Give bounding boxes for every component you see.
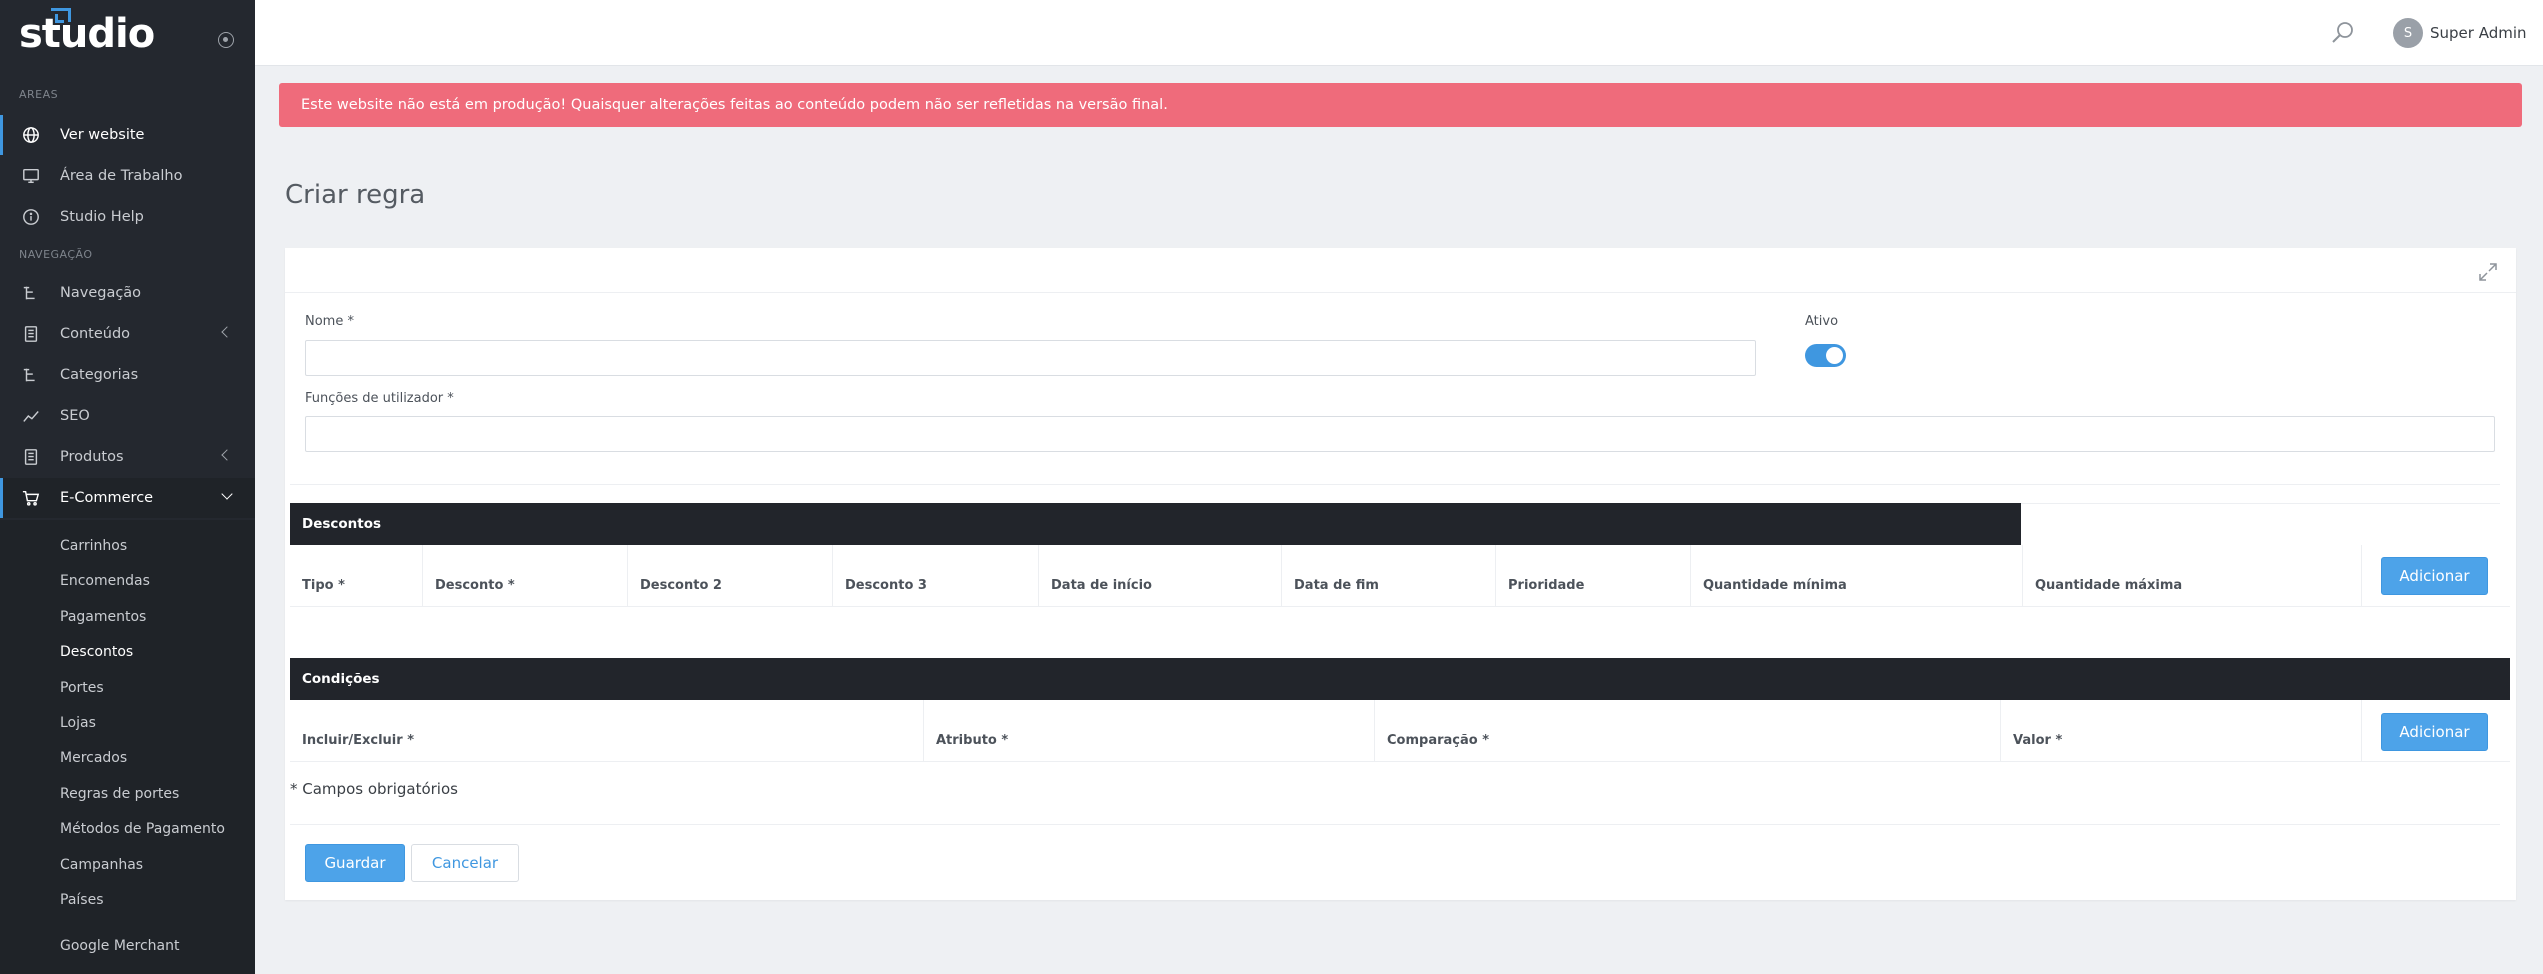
submenu-item-campanhas[interactable]: Campanhas (60, 857, 143, 873)
conditions-section-header: Condições (290, 658, 2510, 700)
chevron-left-icon (221, 449, 233, 461)
column-header: Data de início (1039, 545, 1282, 607)
topbar (255, 0, 2543, 66)
sidebar-collapse-icon[interactable] (218, 32, 234, 48)
page-title: Criar regra (285, 180, 426, 210)
discounts-table-header: Tipo * Desconto * Desconto 2 Desconto 3 … (290, 545, 2510, 607)
sidebar-item-label: Navegação (60, 285, 142, 301)
expand-icon[interactable] (2478, 262, 2498, 282)
save-button[interactable]: Guardar (305, 844, 405, 882)
sidebar-item-label: Conteúdo (60, 326, 131, 342)
alert-text: Este website não está em produção! Quais… (301, 97, 1168, 113)
card-header (285, 248, 2516, 293)
name-input[interactable] (305, 340, 1756, 376)
sidebar-item-label: Studio Help (60, 209, 144, 225)
sidebar-item-categorias[interactable]: Categorias (0, 355, 255, 395)
column-header: Prioridade (1496, 545, 1691, 607)
name-label: Nome * (305, 314, 354, 329)
avatar[interactable]: S (2393, 18, 2423, 48)
divider (290, 484, 2500, 485)
sidebar-item-label: E-Commerce (60, 490, 154, 506)
sidebar-item-ver-website[interactable]: Ver website (0, 115, 255, 155)
conditions-title: Condições (302, 671, 380, 687)
sidebar-item-label: Área de Trabalho (60, 168, 183, 184)
sidebar-item-label: SEO (60, 408, 90, 424)
column-header: Desconto * (423, 545, 628, 607)
info-icon (20, 206, 42, 228)
studio-logo[interactable]: studio (19, 8, 155, 58)
conditions-table-header: Incluir/Excluir * Atributo * Comparação … (290, 700, 2510, 762)
tree-icon (20, 282, 42, 304)
ecommerce-submenu: Carrinhos Encomendas Pagamentos Desconto… (0, 520, 255, 974)
globe-icon (20, 124, 42, 146)
submenu-item-portes[interactable]: Portes (60, 680, 104, 696)
active-toggle[interactable] (1805, 344, 1846, 367)
sidebar-item-navegacao[interactable]: Navegação (0, 273, 255, 313)
logo-mark-icon (51, 8, 71, 23)
submenu-item-regras-de-portes[interactable]: Regras de portes (60, 786, 179, 802)
chevron-left-icon (221, 326, 233, 338)
sidebar-item-label: Ver website (60, 127, 145, 143)
add-discount-button[interactable]: Adicionar (2381, 557, 2488, 595)
submenu-item-carrinhos[interactable]: Carrinhos (60, 538, 127, 554)
submenu-item-descontos[interactable]: Descontos (60, 644, 133, 660)
monitor-icon (20, 165, 42, 187)
section-title-areas: AREAS (19, 88, 59, 101)
submenu-item-mercados[interactable]: Mercados (60, 750, 127, 766)
chart-line-icon (20, 405, 42, 427)
sidebar-item-studio-help[interactable]: Studio Help (0, 197, 255, 237)
user-roles-label: Funções de utilizador * (305, 391, 454, 406)
submenu-item-lojas[interactable]: Lojas (60, 715, 96, 731)
submenu-item-google-merchant[interactable]: Google Merchant (60, 938, 179, 954)
document-icon (20, 446, 42, 468)
column-header: Desconto 2 (628, 545, 833, 607)
column-header: Atributo * (924, 700, 1375, 762)
divider (290, 824, 2500, 825)
sidebar-item-area-de-trabalho[interactable]: Área de Trabalho (0, 156, 255, 196)
production-warning-alert: Este website não está em produção! Quais… (279, 83, 2522, 127)
user-roles-input[interactable] (305, 416, 2495, 452)
submenu-item-pagamentos[interactable]: Pagamentos (60, 609, 146, 625)
sidebar: studio AREAS Ver website Área de Trabalh… (0, 0, 255, 974)
chevron-down-icon (221, 488, 233, 500)
column-header: Data de fim (1282, 545, 1496, 607)
column-header: Quantidade máxima (2023, 545, 2362, 607)
discounts-section-header: Descontos (290, 503, 2021, 545)
brand-name: studio (19, 11, 155, 57)
column-header: Desconto 3 (833, 545, 1039, 607)
search-icon[interactable] (2330, 20, 2356, 46)
sidebar-item-label: Categorias (60, 367, 139, 383)
submenu-item-paises[interactable]: Países (60, 892, 103, 908)
submenu-item-encomendas[interactable]: Encomendas (60, 573, 150, 589)
sidebar-item-produtos[interactable]: Produtos (0, 437, 255, 477)
add-condition-button[interactable]: Adicionar (2381, 713, 2488, 751)
document-icon (20, 323, 42, 345)
active-label: Ativo (1805, 314, 1839, 329)
cart-icon (20, 487, 42, 509)
tree-icon (20, 364, 42, 386)
column-header: Quantidade mínima (1691, 545, 2023, 607)
sidebar-item-seo[interactable]: SEO (0, 396, 255, 436)
rule-form-card: Nome * Ativo Funções de utilizador * Des… (285, 248, 2516, 900)
submenu-item-metodos-de-pagamento[interactable]: Métodos de Pagamento (60, 821, 225, 837)
user-name[interactable]: Super Admin (2430, 24, 2527, 42)
column-header: Incluir/Excluir * (290, 700, 924, 762)
required-fields-note: * Campos obrigatórios (290, 780, 458, 798)
cancel-button[interactable]: Cancelar (411, 844, 519, 882)
column-header: Tipo * (290, 545, 423, 607)
discounts-title: Descontos (302, 516, 382, 532)
sidebar-item-e-commerce[interactable]: E-Commerce (0, 478, 255, 518)
column-header: Valor * (2001, 700, 2362, 762)
sidebar-item-label: Produtos (60, 449, 124, 465)
sidebar-item-conteudo[interactable]: Conteúdo (0, 314, 255, 354)
column-header: Comparação * (1375, 700, 2001, 762)
section-title-navegacao: NAVEGAÇÃO (19, 248, 93, 261)
